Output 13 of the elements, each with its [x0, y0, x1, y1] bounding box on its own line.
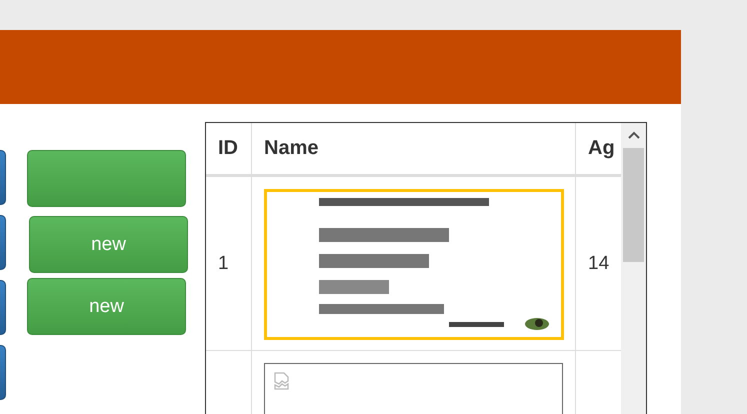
new-button[interactable]: new: [29, 216, 188, 273]
scrollbar[interactable]: [621, 123, 646, 414]
new-button[interactable]: new: [27, 278, 186, 335]
table-cell: 1: [218, 252, 229, 274]
scroll-thumb[interactable]: [623, 148, 644, 262]
column-header: Name: [264, 137, 318, 160]
table-cell: 14: [588, 252, 610, 274]
side-button[interactable]: [0, 150, 6, 205]
column-header: Ag: [588, 137, 615, 160]
side-button[interactable]: [0, 280, 6, 335]
column-header: ID: [218, 137, 238, 160]
side-button[interactable]: [0, 345, 6, 400]
side-button[interactable]: [0, 215, 6, 270]
